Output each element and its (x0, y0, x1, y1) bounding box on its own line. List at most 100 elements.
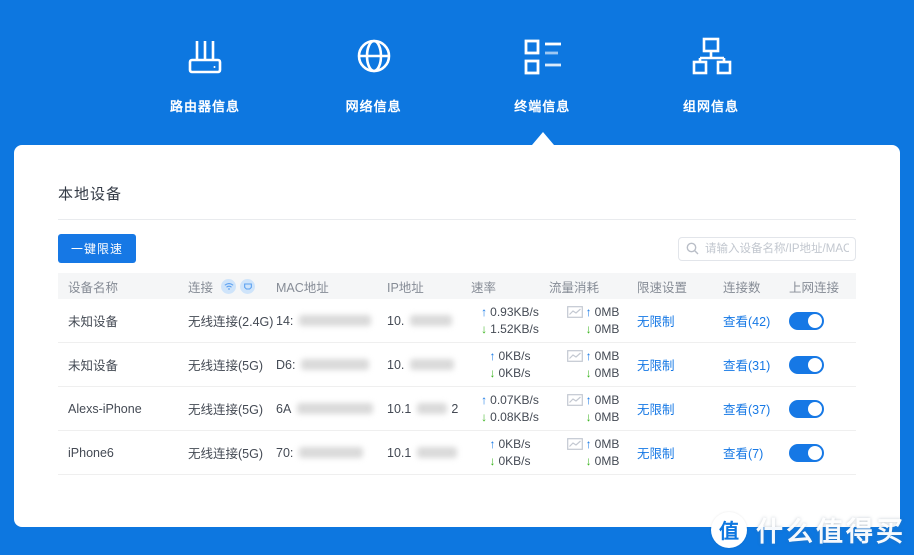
device-ip: 10.1 (387, 446, 471, 460)
device-ip: 10. (387, 314, 471, 328)
limit-link[interactable]: 无限制 (637, 443, 675, 462)
one-key-limit-button[interactable]: 一键限速 (58, 234, 137, 263)
ip-prefix: 10. (387, 313, 405, 328)
table-row: Alexs-iPhone 无线连接(5G) 6A 10.1 2 ↑ 0.07KB/… (58, 387, 856, 431)
internet-toggle[interactable] (789, 355, 824, 374)
col-header-internet: 上网连接 (789, 280, 840, 295)
device-traffic: ↑ 0MB ↓ 0MB (549, 393, 637, 424)
view-connections-link[interactable]: 查看(31) (723, 355, 770, 374)
search-icon (686, 242, 699, 260)
device-traffic: ↑ 0MB ↓ 0MB (549, 349, 637, 380)
device-connection: 无线连接(5G) (188, 403, 264, 417)
col-header-name: 设备名称 (68, 280, 119, 295)
upload-arrow-icon: ↑ (585, 349, 592, 363)
device-name: iPhone6 (68, 445, 114, 460)
active-tab-pointer (532, 132, 554, 145)
download-arrow-icon: ↓ (481, 322, 488, 336)
limit-link[interactable]: 无限制 (637, 399, 675, 418)
mac-prefix: D6: (276, 357, 296, 372)
toggle-knob (808, 313, 822, 328)
device-name: 未知设备 (68, 359, 119, 373)
toggle-knob (808, 401, 822, 416)
page-title: 本地设备 (58, 186, 123, 203)
internet-access (789, 443, 856, 462)
download-arrow-icon: ↓ (585, 454, 592, 468)
col-header-mac: MAC地址 (276, 280, 329, 295)
mac-censored-blur (299, 315, 372, 326)
tab-label: 路由器信息 (169, 99, 240, 114)
view-connections-link[interactable]: 查看(42) (723, 311, 770, 330)
download-speed: 0KB/s (498, 366, 531, 380)
upload-arrow-icon: ↑ (585, 305, 592, 319)
device-connection: 无线连接(2.4G) (188, 315, 274, 329)
globe-icon (349, 32, 399, 82)
upload-arrow-icon: ↑ (489, 349, 496, 363)
mac-prefix: 70: (276, 445, 294, 460)
device-speed: ↑ 0.07KB/s ↓ 0.08KB/s (471, 393, 549, 424)
internet-toggle[interactable] (789, 443, 824, 462)
mac-censored-blur (299, 447, 364, 458)
device-name: 未知设备 (68, 315, 119, 329)
download-traffic: 0MB (594, 410, 620, 424)
ip-prefix: 10.1 (387, 445, 412, 460)
device-mac: 70: (276, 446, 387, 460)
upload-speed: 0KB/s (498, 349, 531, 363)
toggle-knob (808, 445, 822, 460)
ip-censored-blur (417, 403, 448, 414)
traffic-chart-icon[interactable] (566, 306, 583, 318)
internet-access (789, 355, 856, 374)
internet-toggle[interactable] (789, 399, 824, 418)
table-row: 未知设备 无线连接(2.4G) 14: 10. ↑ 0.93KB/s ↓ 1.52K… (58, 299, 856, 343)
device-ip: 10. (387, 358, 471, 372)
limit-link[interactable]: 无限制 (637, 355, 675, 374)
download-speed: 1.52KB/s (490, 322, 539, 336)
tab-network-info[interactable]: 网络信息 (309, 0, 439, 132)
connection-count: 查看(7) (723, 443, 789, 462)
local-devices-panel: 本地设备 一键限速 设备名称 连接 (14, 145, 900, 527)
smzdm-watermark: 值 什么值得买 (711, 510, 906, 549)
download-arrow-icon: ↓ (489, 366, 496, 380)
device-speed: ↑ 0KB/s ↓ 0KB/s (471, 349, 549, 380)
col-header-limit: 限速设置 (637, 280, 688, 295)
col-header-speed: 速率 (471, 280, 497, 295)
device-connection: 无线连接(5G) (188, 359, 264, 373)
tab-mesh-info[interactable]: 组网信息 (646, 0, 776, 132)
tab-label: 组网信息 (682, 99, 739, 114)
device-table: 设备名称 连接 MAC地址 IP地址 速率 流量消耗 限速设置 连接数 上网连接… (58, 273, 856, 475)
download-traffic: 0MB (594, 366, 620, 380)
traffic-chart-icon[interactable] (566, 350, 583, 362)
download-traffic: 0MB (594, 454, 620, 468)
ip-censored-blur (417, 447, 458, 458)
device-traffic: ↑ 0MB ↓ 0MB (549, 437, 637, 468)
device-mac: 6A (276, 402, 387, 416)
traffic-chart-icon[interactable] (566, 394, 583, 406)
download-speed: 0KB/s (498, 454, 531, 468)
device-mac: D6: (276, 358, 387, 372)
internet-toggle[interactable] (789, 311, 824, 330)
wifi-filter-icon[interactable] (221, 278, 237, 294)
tab-terminal-info-active[interactable]: 终端信息 (477, 0, 607, 132)
tab-router-info[interactable]: 路由器信息 (140, 0, 270, 132)
download-traffic: 0MB (594, 322, 620, 336)
search-input[interactable] (678, 236, 856, 261)
col-header-traffic: 流量消耗 (549, 280, 600, 295)
upload-arrow-icon: ↑ (481, 305, 488, 319)
top-navigation: 路由器信息 网络信息 终端信息 组网信息 (140, 0, 776, 132)
upload-speed: 0.07KB/s (490, 393, 539, 407)
mac-censored-blur (301, 359, 370, 370)
col-header-ip: IP地址 (387, 280, 424, 295)
limit-link[interactable]: 无限制 (637, 311, 675, 330)
wired-filter-icon[interactable] (240, 278, 256, 294)
view-connections-link[interactable]: 查看(37) (723, 399, 770, 418)
download-speed: 0.08KB/s (490, 410, 539, 424)
upload-arrow-icon: ↑ (585, 437, 592, 451)
device-list-icon (517, 32, 567, 82)
download-arrow-icon: ↓ (585, 410, 592, 424)
traffic-chart-icon[interactable] (566, 438, 583, 450)
view-connections-link[interactable]: 查看(7) (723, 443, 763, 462)
upload-traffic: 0MB (594, 393, 620, 407)
mac-prefix: 14: (276, 313, 294, 328)
ip-censored-blur (410, 359, 455, 370)
ip-prefix: 10. (387, 357, 405, 372)
device-connection: 无线连接(5G) (188, 447, 264, 461)
